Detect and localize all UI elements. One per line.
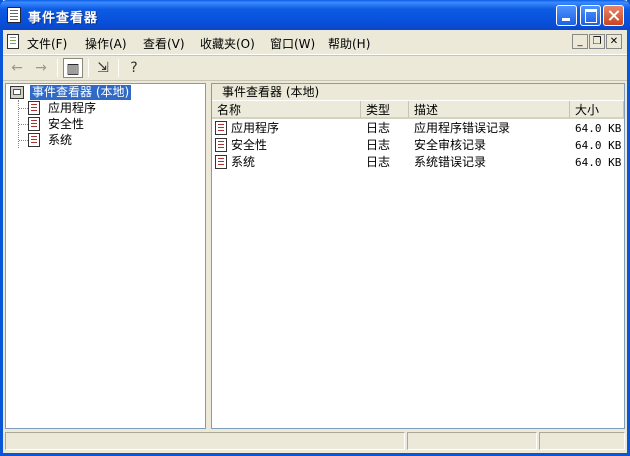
help-icon[interactable]: ? bbox=[124, 58, 144, 78]
toolbar-separator bbox=[88, 59, 89, 77]
column-header-type[interactable]: 类型 bbox=[361, 101, 409, 119]
table-row[interactable]: 系统 日志 系统错误记录 64.0 KB bbox=[212, 154, 624, 171]
status-cell bbox=[407, 432, 537, 450]
maximize-button[interactable] bbox=[580, 5, 601, 26]
row-description: 安全审核记录 bbox=[414, 138, 487, 152]
column-header-name[interactable]: 名称 bbox=[212, 101, 361, 119]
details-pane: 事件查看器 (本地) 名称 类型 描述 大小 应用程序 日志 应用程序错误记录 … bbox=[211, 83, 625, 429]
tree-root-label: 事件查看器 (本地) bbox=[30, 85, 132, 100]
row-description: 系统错误记录 bbox=[414, 155, 487, 169]
console-tree-pane[interactable]: 事件查看器 (本地) 应用程序 安全性 系统 bbox=[5, 83, 206, 429]
status-cell bbox=[539, 432, 625, 450]
menu-view[interactable]: 查看(V) bbox=[143, 35, 185, 52]
event-viewer-window: 事件查看器 文件(F) 操作(A) 查看(V) 收藏夹(O) 窗口(W) 帮助(… bbox=[0, 0, 630, 456]
event-log-icon bbox=[215, 155, 227, 169]
event-log-icon bbox=[28, 101, 40, 115]
column-header-size[interactable]: 大小 bbox=[570, 101, 624, 119]
menu-file[interactable]: 文件(F) bbox=[27, 35, 67, 52]
console-tree-icon[interactable]: ▥ bbox=[63, 58, 83, 78]
row-type: 日志 bbox=[366, 121, 391, 135]
mdi-restore-icon[interactable]: ❐ bbox=[589, 34, 605, 49]
computer-icon bbox=[10, 86, 24, 99]
mdi-minimize-icon[interactable]: _ bbox=[572, 34, 588, 49]
table-row[interactable]: 安全性 日志 安全审核记录 64.0 KB bbox=[212, 137, 624, 154]
title-bar[interactable]: 事件查看器 bbox=[0, 0, 630, 30]
menu-favorites[interactable]: 收藏夹(O) bbox=[200, 35, 255, 52]
mdi-close-icon[interactable]: ✕ bbox=[606, 34, 622, 49]
column-header-description[interactable]: 描述 bbox=[409, 101, 570, 119]
row-name: 安全性 bbox=[231, 138, 268, 152]
row-type: 日志 bbox=[366, 138, 391, 152]
row-name: 应用程序 bbox=[231, 121, 280, 135]
status-cell bbox=[5, 432, 405, 450]
row-description: 应用程序错误记录 bbox=[414, 121, 511, 135]
event-log-icon bbox=[28, 117, 40, 131]
export-list-icon[interactable]: ⇲ bbox=[93, 58, 113, 78]
close-button[interactable] bbox=[603, 5, 624, 26]
event-log-icon bbox=[215, 138, 227, 152]
row-name: 系统 bbox=[231, 155, 256, 169]
menu-window[interactable]: 窗口(W) bbox=[270, 35, 315, 52]
forward-arrow-icon[interactable]: → bbox=[31, 58, 51, 78]
row-type: 日志 bbox=[366, 155, 391, 169]
status-bar bbox=[5, 432, 625, 450]
menu-bar: 文件(F) 操作(A) 查看(V) 收藏夹(O) 窗口(W) 帮助(H) _ ❐… bbox=[3, 30, 627, 55]
event-viewer-app-icon[interactable] bbox=[7, 7, 21, 23]
window-title: 事件查看器 bbox=[28, 11, 99, 26]
back-arrow-icon[interactable]: ← bbox=[7, 58, 27, 78]
tree-item-label: 系统 bbox=[48, 133, 73, 147]
row-size: 64.0 KB bbox=[575, 139, 622, 152]
tree-item-label: 安全性 bbox=[48, 117, 85, 131]
table-row[interactable]: 应用程序 日志 应用程序错误记录 64.0 KB bbox=[212, 120, 624, 137]
document-system-icon[interactable] bbox=[7, 34, 19, 49]
toolbar-separator bbox=[57, 59, 58, 77]
minimize-button[interactable] bbox=[556, 5, 577, 26]
row-size: 64.0 KB bbox=[575, 156, 622, 169]
toolbar-separator bbox=[118, 59, 119, 77]
row-size: 64.0 KB bbox=[575, 122, 622, 135]
tree-item-label: 应用程序 bbox=[48, 101, 97, 115]
details-header: 事件查看器 (本地) bbox=[212, 84, 624, 100]
menu-help[interactable]: 帮助(H) bbox=[328, 35, 370, 52]
toolbar: ← → ▥ ⇲ ? bbox=[3, 56, 627, 81]
event-log-icon bbox=[28, 133, 40, 147]
event-log-icon bbox=[215, 121, 227, 135]
menu-action[interactable]: 操作(A) bbox=[85, 35, 127, 52]
